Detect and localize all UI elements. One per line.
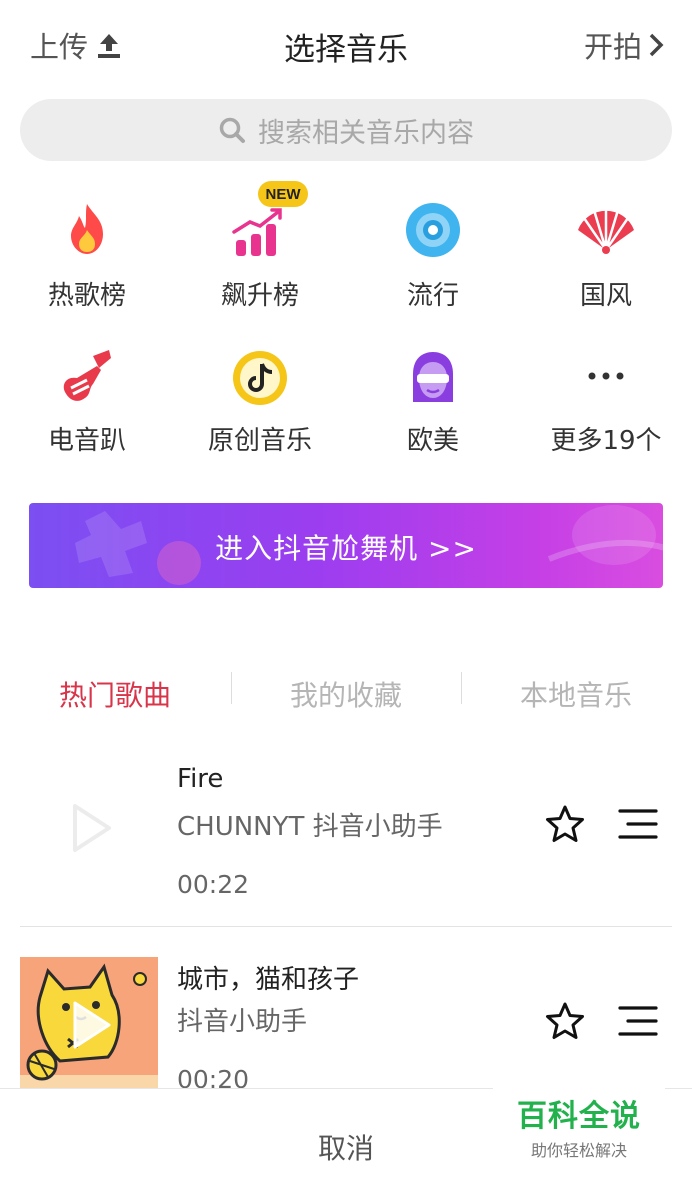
category-label: 热歌榜 [47,281,126,311]
song-artist: 抖音小助手 [177,1007,308,1037]
playlist-menu-icon[interactable] [618,804,658,844]
category-chinese-style[interactable]: 国风 [531,190,681,315]
new-badge-text: NEW [266,186,302,203]
top-bar: 上传 选择音乐 开拍 [0,0,692,90]
watermark-title: 百科全说 [517,1099,641,1134]
category-label: 流行 [406,281,459,311]
search-icon [219,117,245,143]
song-list-item[interactable]: Fire CHUNNYT 抖音小助手 00:22 [0,760,692,950]
search-input[interactable]: 搜索相关音乐内容 [20,99,672,161]
tab-hot-songs[interactable]: 热门歌曲 [0,674,230,714]
category-label: 欧美 [406,426,459,456]
music-tabs: 热门歌曲 我的收藏 本地音乐 [0,660,692,724]
watermark: 百科全说 助你轻松解决 [493,1079,665,1160]
song-cover [20,957,158,1095]
chinese-fan-icon [578,206,634,254]
category-rising-chart[interactable]: NEW 飙升榜 [185,180,335,315]
category-edm[interactable]: 电音趴 [12,340,162,465]
category-label: 电音趴 [47,426,126,456]
play-icon[interactable] [70,999,114,1051]
tab-local-music[interactable]: 本地音乐 [461,674,691,714]
favorite-star-icon[interactable] [545,1001,585,1041]
category-more[interactable]: 更多19个 [531,340,681,465]
tab-favorites[interactable]: 我的收藏 [231,674,461,714]
divider [20,926,672,927]
category-label: 飙升榜 [220,281,299,311]
rising-chart-icon [232,208,282,256]
banner-label: 进入抖音尬舞机 >> [215,532,477,565]
tiktok-note-icon [233,351,287,405]
playlist-menu-icon[interactable] [618,1001,658,1041]
electric-guitar-icon [63,350,111,401]
chevron-right-icon [649,33,664,57]
category-western[interactable]: 欧美 [358,340,508,465]
category-pop[interactable]: 流行 [358,190,508,315]
category-label: 原创音乐 [207,426,312,456]
song-artist: CHUNNYT 抖音小助手 [177,812,443,842]
category-hot-chart[interactable]: 热歌榜 [12,190,162,315]
pop-disc-icon [406,203,460,257]
category-original[interactable]: 原创音乐 [185,340,335,465]
category-label: 更多19个 [550,426,662,456]
play-icon[interactable] [70,802,114,854]
start-shooting-button[interactable]: 开拍 [584,24,664,66]
more-dots-icon [588,372,624,380]
watermark-subtitle: 助你轻松解决 [530,1141,627,1160]
hot-chart-icon [71,204,103,254]
song-title: Fire [177,764,224,794]
category-label: 国风 [579,281,632,311]
search-placeholder: 搜索相关音乐内容 [258,117,474,149]
favorite-star-icon[interactable] [545,804,585,844]
song-title: 城市，猫和孩子 [177,965,360,995]
start-label: 开拍 [583,30,642,64]
song-cover [20,760,158,898]
dance-machine-banner[interactable]: 进入抖音尬舞机 >> [29,503,663,588]
song-duration: 00:22 [177,870,250,899]
western-avatar-icon [413,352,453,402]
